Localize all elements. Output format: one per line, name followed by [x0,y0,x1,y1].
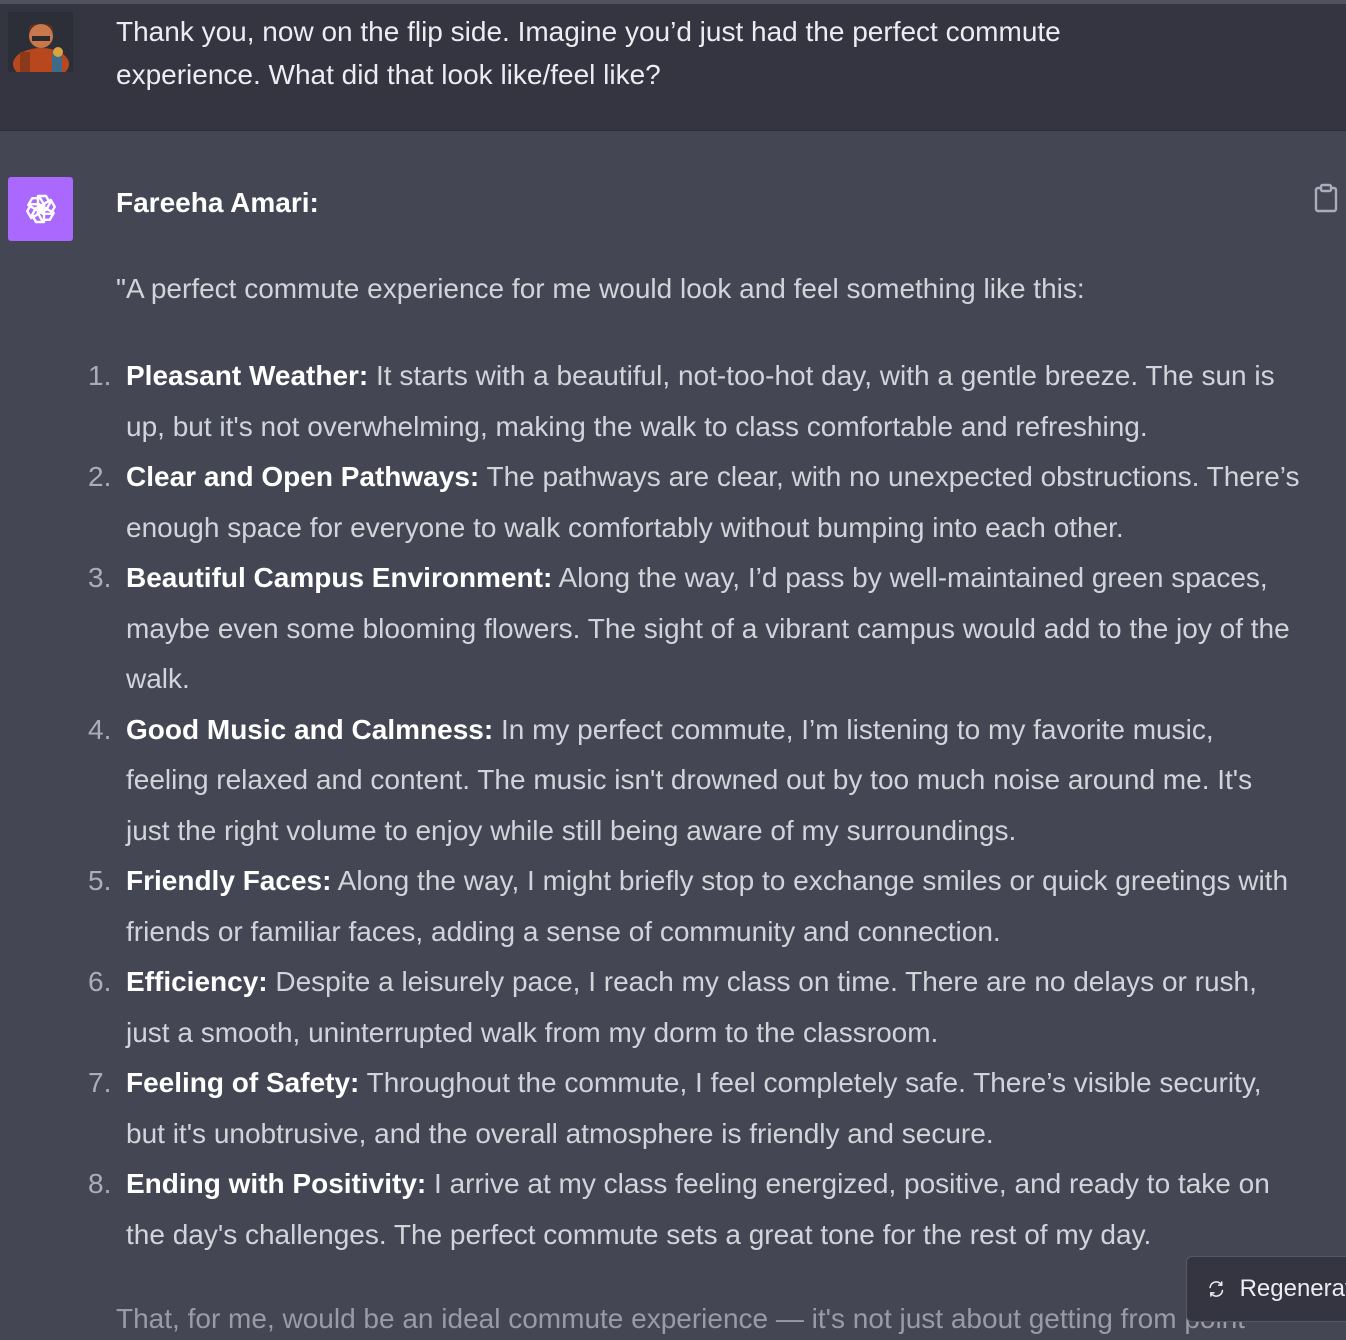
list-item-number: 7. [88,1067,112,1098]
regenerate-label: Regenerate [1239,1275,1346,1302]
clipboard-icon [1314,183,1338,213]
list-item-title: Efficiency: [126,966,268,997]
response-outro: That, for me, would be an ideal commute … [116,1303,1246,1334]
list-item-title: Beautiful Campus Environment: [126,562,553,593]
list-item-text: Despite a leisurely pace, I reach my cla… [126,966,1257,1048]
assistant-avatar [8,177,73,241]
list-item: 1. Pleasant Weather: It starts with a bea… [88,351,1301,452]
list-item: 5. Friendly Faces: Along the way, I might… [88,856,1301,957]
list-item: 4. Good Music and Calmness: In my perfect… [88,705,1301,857]
list-item: 7. Feeling of Safety: Throughout the comm… [88,1058,1301,1159]
list-item-title: Friendly Faces: [126,865,332,896]
list-item-number: 8. [88,1168,112,1199]
copy-button[interactable] [1312,183,1340,213]
list-item: 6. Efficiency: Despite a leisurely pace, … [88,957,1301,1058]
speaker-name: Fareeha Amari: [116,187,319,218]
openai-logo-icon [25,194,56,224]
user-message: Thank you, now on the flip side. Imagine… [0,0,1346,131]
list-item-title: Feeling of Safety: [126,1067,360,1098]
list-item: 2. Clear and Open Pathways: The pathways … [88,452,1301,553]
response-intro: "A perfect commute experience for me wou… [116,273,1085,304]
list-item-number: 2. [88,461,112,492]
list-item: 3. Beautiful Campus Environment: Along th… [88,553,1301,705]
user-avatar [8,12,73,72]
list-item-number: 1. [88,360,112,391]
list-item-title: Good Music and Calmness: [126,713,494,745]
list-item-number: 4. [88,713,112,745]
refresh-icon [1209,1281,1224,1297]
list-item-number: 3. [88,562,112,593]
list-item-title: Pleasant Weather: [126,360,369,391]
list-item: 8. Ending with Positivity: I arrive at my… [88,1159,1301,1260]
assistant-message: Fareeha Amari: "A perfect commute experi… [0,131,1346,1340]
regenerate-button[interactable]: Regenerate [1186,1256,1346,1322]
user-message-text: Thank you, now on the flip side. Imagine… [116,16,1061,90]
list-item-title: Ending with Positivity: [126,1168,427,1199]
response-list: 1. Pleasant Weather: It starts with a bea… [88,351,1301,1260]
list-item-number: 6. [88,966,112,997]
list-item-number: 5. [88,865,112,896]
list-item-title: Clear and Open Pathways: [126,461,480,492]
